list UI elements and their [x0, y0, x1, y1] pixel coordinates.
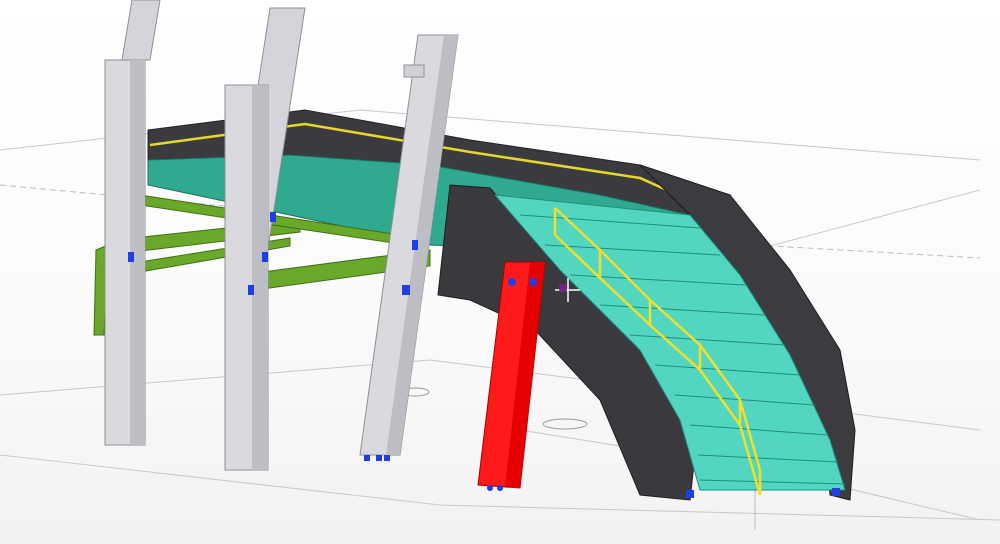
3d-model-scene[interactable] [0, 0, 1000, 544]
column-middle-front-shade [252, 85, 268, 470]
grid-line [754, 189, 981, 251]
selected-column-bolt [487, 485, 493, 491]
column-left-back[interactable] [121, 0, 161, 61]
selected-column-bolt [497, 485, 503, 491]
model-viewport[interactable] [0, 0, 1000, 544]
grid-marker [542, 418, 588, 430]
selected-column-bolt [529, 278, 537, 286]
selected-column-bolt [508, 278, 516, 286]
column-cap [403, 64, 425, 78]
